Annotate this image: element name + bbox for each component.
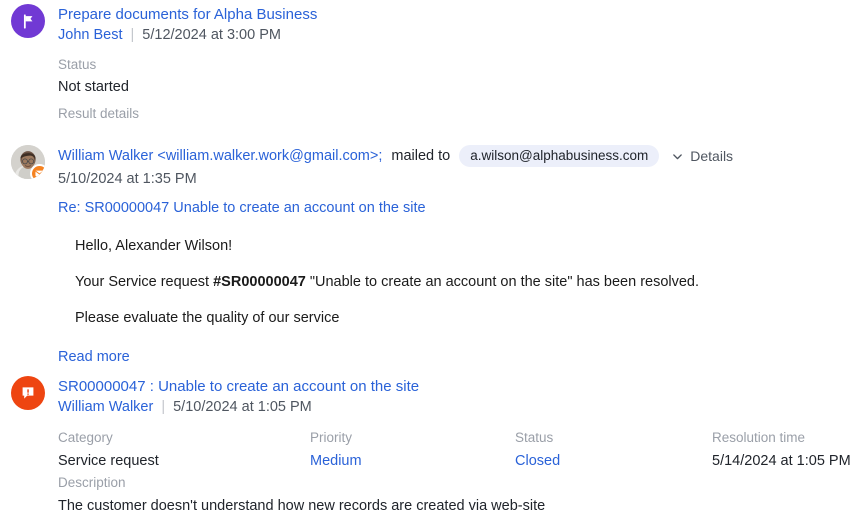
- email-evaluate-line: Please evaluate the quality of our servi…: [75, 310, 340, 326]
- case-title-line: SR00000047 : Unable to create an account…: [58, 376, 846, 397]
- task-author-link[interactable]: John Best: [58, 25, 123, 46]
- email-line2-post: "Unable to create an account on the site…: [305, 274, 700, 290]
- email-case-number: #SR00000047: [213, 274, 306, 290]
- case-category-value: Service request: [58, 453, 159, 469]
- task-date: 5/12/2024 at 3:00 PM: [142, 27, 281, 43]
- task-status-value: Not started: [58, 79, 129, 95]
- case-field-row: Category Service request Priority Medium…: [58, 428, 851, 471]
- case-meta-line: William Walker | 5/10/2024 at 1:05 PM: [58, 397, 846, 418]
- feed-entry-task: Prepare documents for Alpha Business Joh…: [0, 4, 858, 123]
- case-resolution-label: Resolution time: [712, 430, 806, 445]
- case-avatar: [11, 376, 45, 410]
- meta-separator: |: [161, 399, 166, 415]
- details-label: Details: [690, 147, 734, 164]
- details-toggle[interactable]: Details: [672, 146, 733, 167]
- email-greeting: Hello, Alexander Wilson!: [75, 238, 233, 254]
- case-priority-label: Priority: [310, 430, 353, 445]
- envelope-badge-icon: [30, 164, 45, 179]
- case-field-status: Status Closed: [515, 428, 560, 471]
- mailed-to-label: mailed to: [391, 147, 451, 164]
- case-priority-value[interactable]: Medium: [310, 451, 362, 471]
- case-body: SR00000047 : Unable to create an account…: [58, 376, 858, 516]
- case-author-link[interactable]: William Walker: [58, 397, 153, 418]
- flag-icon: [11, 4, 45, 38]
- task-body: Prepare documents for Alpha Business Joh…: [58, 4, 858, 123]
- case-alert-icon: [11, 376, 45, 410]
- feed-entry-email: William Walker <william.walker.work@gmai…: [0, 145, 858, 367]
- case-category-label: Category: [58, 430, 113, 445]
- meta-separator: |: [130, 27, 135, 43]
- task-result-details-label: Result details: [58, 106, 140, 121]
- chevron-down-icon: [673, 153, 683, 159]
- email-avatar: [11, 145, 45, 179]
- case-status-value[interactable]: Closed: [515, 451, 560, 471]
- email-date: 5/10/2024 at 1:35 PM: [58, 171, 197, 187]
- email-sender-link[interactable]: William Walker <william.walker.work@gmai…: [58, 146, 382, 167]
- case-title-link[interactable]: SR00000047 : Unable to create an account…: [58, 378, 419, 395]
- task-status-label: Status: [58, 57, 97, 72]
- case-date: 5/10/2024 at 1:05 PM: [173, 399, 312, 415]
- email-body-wrap: William Walker <william.walker.work@gmai…: [58, 145, 858, 367]
- activity-feed: Prepare documents for Alpha Business Joh…: [0, 0, 858, 522]
- contact-photo: [11, 145, 45, 179]
- case-field-priority: Priority Medium: [310, 428, 362, 471]
- email-header-line: William Walker <william.walker.work@gmai…: [58, 145, 846, 167]
- recipient-chip[interactable]: a.wilson@alphabusiness.com: [459, 145, 660, 167]
- email-line2-pre: Your Service request: [75, 274, 214, 290]
- email-message-body: Hello, Alexander Wilson! Your Service re…: [75, 237, 846, 327]
- task-title-line: Prepare documents for Alpha Business: [58, 4, 846, 25]
- task-avatar: [11, 4, 45, 38]
- case-description-value: The customer doesn't understand how new …: [58, 498, 546, 514]
- task-meta-line: John Best | 5/12/2024 at 3:00 PM: [58, 25, 846, 46]
- case-resolution-value: 5/14/2024 at 1:05 PM: [712, 453, 851, 469]
- email-subject-link[interactable]: Re: SR00000047 Unable to create an accou…: [58, 198, 426, 218]
- case-status-label: Status: [515, 430, 554, 445]
- case-description-label: Description: [58, 475, 126, 490]
- read-more-link[interactable]: Read more: [58, 347, 130, 367]
- case-field-category: Category Service request: [58, 428, 159, 471]
- feed-entry-case: SR00000047 : Unable to create an account…: [0, 376, 858, 516]
- case-field-resolution-time: Resolution time 5/14/2024 at 1:05 PM: [712, 428, 851, 471]
- task-title-link[interactable]: Prepare documents for Alpha Business: [58, 6, 317, 23]
- email-resolution-line: Your Service request #SR00000047 "Unable…: [75, 273, 846, 291]
